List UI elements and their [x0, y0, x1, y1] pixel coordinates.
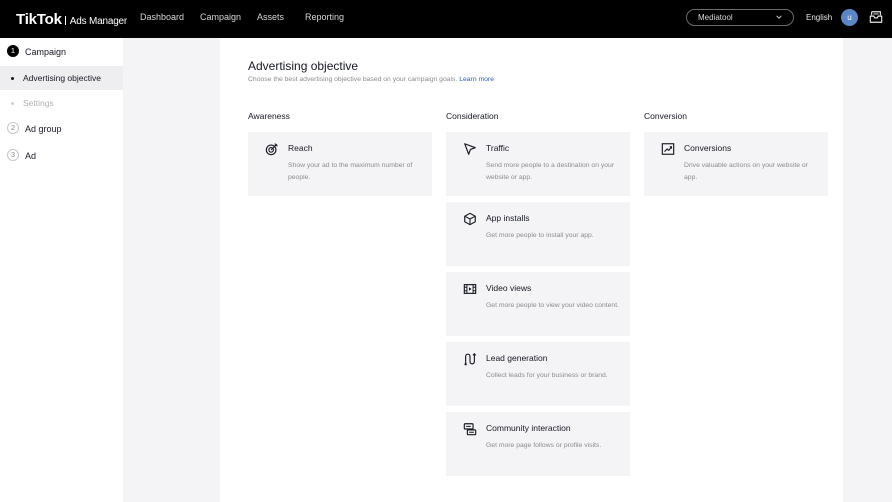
learn-more-link[interactable]: Learn more [459, 76, 494, 83]
objective-name: Video views [486, 283, 532, 293]
objective-name: Community interaction [486, 423, 571, 433]
top-navigation-bar: TikTok Ads Manager Dashboard Campaign Ass… [0, 0, 892, 38]
objective-panel: Advertising objective Choose the best ad… [220, 38, 843, 502]
objective-description: Get more people to install your app. [486, 232, 594, 239]
objective-name: Traffic [486, 143, 510, 153]
subtitle-text: Choose the best advertising objective ba… [248, 76, 458, 83]
step-campaign[interactable]: 1 Campaign [0, 40, 123, 64]
objective-description: Drive valuable actions on your website o… [684, 162, 808, 181]
step-label: Ad [25, 151, 37, 161]
objective-card-app-installs[interactable]: App installs Get more people to install … [446, 202, 630, 266]
objective-description: Show your ad to the maximum number of pe… [288, 162, 413, 181]
funnel-path-icon [464, 352, 477, 366]
inbox-icon[interactable] [869, 10, 883, 24]
bullet-dot [11, 77, 14, 80]
objective-name: Reach [288, 143, 313, 153]
nav-reporting[interactable]: Reporting [305, 12, 344, 22]
account-selector[interactable]: Mediatool [686, 9, 794, 26]
cursor-icon [464, 143, 476, 155]
objective-name: Lead generation [486, 353, 548, 363]
objective-card-video-views[interactable]: Video views Get more people to view your… [446, 272, 630, 336]
substep-settings[interactable]: Settings [0, 91, 123, 115]
logo-product-name: Ads Manager [69, 16, 128, 27]
account-name: Mediatool [698, 13, 733, 22]
column-heading-awareness: Awareness [248, 111, 290, 121]
step-number: 2 [7, 122, 19, 134]
tiktok-ads-manager-logo[interactable]: TikTok Ads Manager [16, 11, 127, 28]
cube-icon [464, 212, 476, 226]
objective-card-reach[interactable]: Reach Show your ad to the maximum number… [248, 132, 432, 196]
column-heading-conversion: Conversion [644, 111, 687, 121]
substep-advertising-objective[interactable]: Advertising objective [0, 66, 123, 90]
language-selector[interactable]: English [806, 13, 832, 22]
nav-campaign[interactable]: Campaign [200, 12, 241, 22]
objective-card-community-interaction[interactable]: Community interaction Get more page foll… [446, 412, 630, 476]
objective-description: Get more people to view your video conte… [486, 302, 619, 309]
substep-label: Settings [23, 98, 54, 108]
page-title: Advertising objective [248, 59, 359, 73]
objective-name: App installs [486, 213, 530, 223]
objective-description: Collect leads for your business or brand… [486, 372, 608, 379]
step-ad[interactable]: 3 Ad [0, 144, 123, 168]
objective-card-traffic[interactable]: Traffic Send more people to a destinatio… [446, 132, 630, 196]
nav-assets[interactable]: Assets [257, 12, 284, 22]
objective-card-conversions[interactable]: Conversions Drive valuable actions on yo… [644, 132, 828, 196]
community-icon [463, 423, 477, 436]
step-number: 3 [7, 149, 19, 161]
page-subtitle: Choose the best advertising objective ba… [248, 76, 494, 83]
trend-chart-icon [661, 143, 675, 155]
film-icon [463, 284, 477, 294]
substep-label: Advertising objective [23, 73, 101, 83]
step-label: Ad group [25, 124, 62, 134]
step-label: Campaign [25, 47, 67, 57]
logo-wordmark: TikTok [16, 11, 62, 28]
objective-name: Conversions [684, 143, 732, 153]
user-avatar[interactable]: u [841, 9, 858, 26]
bullet-dot [11, 102, 14, 105]
step-number: 1 [7, 45, 19, 57]
step-ad-group[interactable]: 2 Ad group [0, 117, 123, 141]
nav-dashboard[interactable]: Dashboard [140, 12, 184, 22]
chevron-down-icon [776, 15, 782, 19]
objective-card-lead-generation[interactable]: Lead generation Collect leads for your b… [446, 342, 630, 406]
column-heading-consideration: Consideration [446, 111, 499, 121]
campaign-steps-sidebar: 1 Campaign Advertising objective Setting… [0, 38, 123, 502]
target-icon [265, 143, 278, 156]
objective-description: Get more page follows or profile visits. [486, 442, 602, 449]
objective-description: Send more people to a destination on you… [486, 162, 615, 181]
